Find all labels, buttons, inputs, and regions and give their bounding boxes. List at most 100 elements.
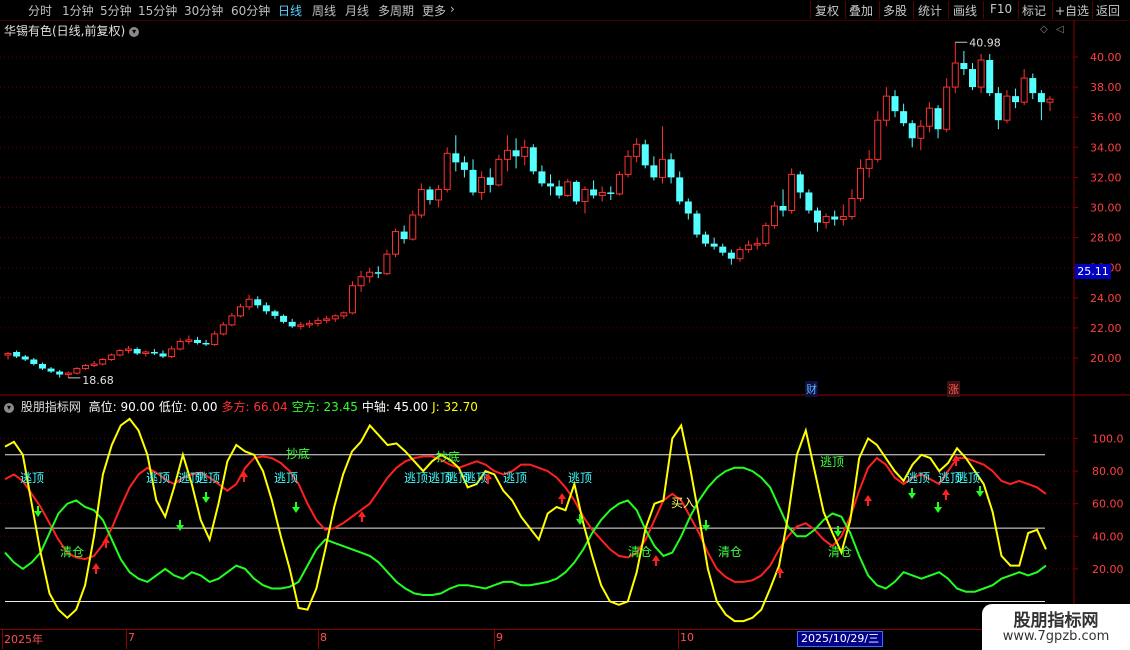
red-arrow-head	[652, 555, 660, 561]
indicator-value-4: 中轴: 45.00	[361, 400, 429, 414]
candle-body-down	[288, 321, 296, 327]
candle-body-up	[185, 339, 193, 342]
watermark: 股朋指标网 www.7gpzb.com	[982, 604, 1130, 650]
indicator-header: ▾ 股朋指标网 高位: 90.00 低位: 0.00 多方: 66.04 空方: 23…	[4, 398, 486, 415]
escape-signal-label: 逃顶	[196, 471, 220, 485]
clear-signal-label: 清仓	[718, 545, 742, 559]
price-tick-label: 22.00	[1090, 322, 1122, 335]
buy-signal-label: 买入	[671, 496, 695, 510]
candle-body-down	[193, 339, 201, 343]
candle-body-down	[538, 171, 546, 184]
candle-body-up	[615, 173, 623, 195]
rise-badge[interactable]: 涨	[947, 381, 960, 397]
month-label: 7	[128, 631, 135, 644]
candle-body-up	[977, 59, 985, 88]
candle-body-up	[392, 231, 400, 255]
candle-body-down	[13, 351, 21, 357]
chart-canvas[interactable]: 40.9818.68 逃顶 逃顶 逃顶逃顶 逃顶 逃顶 逃顶逃顶逃顶 逃顶 逃顶 逃顶 逃顶逃顶清…	[0, 0, 1130, 650]
date-cursor-badge: 2025/10/29/三	[797, 631, 884, 647]
candle-body-up	[125, 348, 133, 351]
candle-body-down	[555, 186, 563, 196]
indicator-value-1: 低位: 0.00	[158, 400, 218, 414]
bottom-signal-label: 抄底	[286, 446, 310, 461]
candle-body-up	[882, 95, 890, 121]
high-price-label: 40.98	[969, 36, 1001, 49]
escape-signal-label: 逃顶	[956, 471, 980, 485]
candle-body-up	[323, 318, 331, 321]
green-arrow-head	[976, 491, 984, 497]
candle-body-down	[426, 189, 434, 200]
price-tick-label: 24.00	[1090, 292, 1122, 305]
price-tick-label: 36.00	[1090, 111, 1122, 124]
green-arrow-head	[292, 507, 300, 513]
axis-labels: 40.0038.0036.0034.0032.0030.0028.0026.00…	[0, 20, 1130, 650]
candle-body-down	[986, 60, 994, 94]
indicator-tick-label: 40.00	[1092, 530, 1124, 543]
candle-body-up	[228, 315, 236, 326]
watermark-url: www.7gpzb.com	[1002, 629, 1110, 644]
candle-body-up	[521, 146, 529, 157]
candle-body-up	[107, 354, 115, 361]
price-tick-label: 30.00	[1090, 202, 1122, 215]
indicator-tick-label: 80.00	[1092, 465, 1124, 478]
candle-body-up	[865, 158, 873, 169]
candle-body-up	[297, 324, 305, 327]
indicator-values: 高位: 90.00 低位: 0.00 多方: 66.04 空方: 23.45 中轴: 4…	[89, 400, 482, 414]
time-axis-line	[0, 629, 1074, 630]
candle-body-up	[168, 348, 176, 357]
candle-body-down	[133, 348, 141, 354]
indicator-value-2: 多方: 66.04	[221, 400, 288, 414]
indicator-tick-label: 60.00	[1092, 498, 1124, 511]
indicator-dropdown-icon[interactable]: ▾	[4, 402, 14, 413]
indicator-lines	[4, 417, 1047, 623]
candle-body-up	[4, 352, 12, 356]
candle-body-down	[254, 299, 262, 306]
candle-body-up	[564, 181, 572, 196]
red-arrow-head	[558, 493, 566, 499]
candle-body-down	[547, 183, 555, 187]
candle-body-down	[719, 246, 727, 253]
candle-body-down	[21, 356, 29, 360]
candle-body-down	[460, 162, 468, 170]
candle-body-down	[641, 144, 649, 166]
candle-body-up	[245, 298, 253, 308]
candle-body-down	[994, 93, 1002, 121]
candle-body-down	[280, 315, 288, 322]
indicator-name: 股朋指标网	[20, 400, 81, 414]
month-label: 9	[496, 631, 503, 644]
candle-body-up	[176, 340, 184, 350]
candle-body-down	[529, 147, 537, 172]
indicator-value-3: 空方: 23.45	[291, 400, 358, 414]
candle-body-up	[581, 188, 589, 202]
finance-badge[interactable]: 财	[805, 381, 818, 397]
candle-body-up	[211, 333, 219, 345]
candle-body-up	[848, 197, 856, 218]
candle-body-down	[934, 108, 942, 130]
candle-body-up	[736, 249, 744, 260]
candle-body-down	[1012, 96, 1020, 103]
escape-signal-label: 逃顶	[568, 471, 592, 485]
candle-body-down	[202, 342, 210, 345]
candle-body-down	[968, 69, 976, 88]
candle-body-up	[917, 125, 925, 139]
candle-body-down	[607, 192, 615, 194]
candle-body-up	[658, 158, 666, 178]
candle-body-up	[495, 158, 503, 186]
candle-body-up	[237, 306, 245, 317]
candle-body-up	[857, 167, 865, 199]
candle-body-up	[874, 119, 882, 160]
clear-signal-label: 清仓	[828, 545, 852, 559]
indicator-value-5: J: 32.70	[432, 400, 478, 414]
red-arrow-head	[942, 489, 950, 495]
candle-body-down	[908, 123, 916, 139]
month-tick	[494, 629, 495, 649]
candle-body-up	[925, 107, 933, 127]
candle-body-up	[340, 312, 348, 317]
green-arrow-head	[202, 497, 210, 503]
candle-body-down	[667, 159, 675, 178]
escape-signal-label: 逃顶	[503, 471, 527, 485]
indicator-tick-label: 20.00	[1092, 563, 1124, 576]
candle-body-up	[314, 319, 322, 324]
candle-body-down	[374, 272, 382, 274]
clear-signal-label: 清仓	[628, 545, 652, 559]
